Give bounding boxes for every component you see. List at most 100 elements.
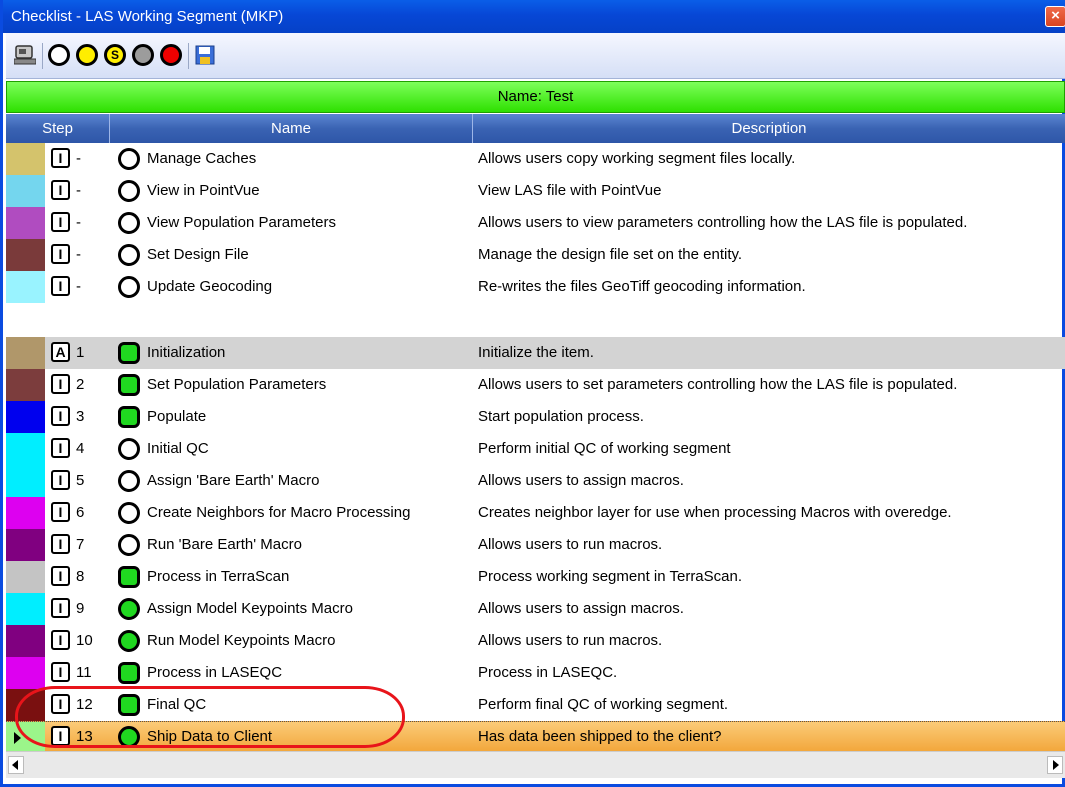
list-item[interactable]: I 11 Process in LASEQC Process in LASEQC…	[6, 657, 1065, 689]
status-circle-green-icon[interactable]	[118, 598, 140, 620]
list-item[interactable]: I 9 Assign Model Keypoints Macro Allows …	[6, 593, 1065, 625]
status-circle-icon[interactable]	[118, 180, 140, 202]
row-color-swatch	[6, 722, 45, 754]
circle-grey-icon[interactable]	[132, 44, 154, 66]
name-banner: Name: Test	[6, 81, 1065, 113]
step-type-badge[interactable]: I	[51, 566, 70, 586]
circle-s-icon[interactable]: S	[104, 44, 126, 66]
circle-white-icon[interactable]	[48, 44, 70, 66]
step-type-badge[interactable]: I	[51, 438, 70, 458]
step-name: Process in TerraScan	[147, 568, 290, 585]
step-number: 4	[76, 440, 85, 457]
step-number: -	[76, 214, 81, 231]
step-number: 6	[76, 504, 85, 521]
step-name: Set Population Parameters	[147, 376, 327, 393]
step-name: Process in LASEQC	[147, 664, 283, 681]
step-description: Allows users to view parameters controll…	[478, 214, 968, 231]
list-item[interactable]: I - View in PointVue View LAS file with …	[6, 175, 1065, 207]
title-bar[interactable]: Checklist - LAS Working Segment (MKP) ×	[3, 0, 1065, 33]
status-circle-icon[interactable]	[118, 502, 140, 524]
step-number: 10	[76, 632, 93, 649]
column-header-step[interactable]: Step	[6, 114, 110, 143]
status-circle-icon[interactable]	[118, 470, 140, 492]
step-name: View in PointVue	[147, 182, 260, 199]
step-number: 2	[76, 376, 85, 393]
list-item[interactable]: A 1 Initialization Initialize the item.	[6, 337, 1065, 369]
column-header-description[interactable]: Description	[473, 114, 1065, 143]
step-number: 7	[76, 536, 85, 553]
step-type-badge[interactable]: I	[51, 276, 70, 296]
step-number: -	[76, 150, 81, 167]
status-circle-green-icon[interactable]	[118, 726, 140, 748]
row-color-swatch	[6, 529, 45, 561]
step-number: -	[76, 246, 81, 263]
list-item[interactable]: I 12 Final QC Perform final QC of workin…	[6, 689, 1065, 721]
step-type-badge[interactable]: I	[51, 598, 70, 618]
step-type-badge[interactable]: I	[51, 630, 70, 650]
list-item[interactable]: I 7 Run 'Bare Earth' Macro Allows users …	[6, 529, 1065, 561]
status-circle-icon[interactable]	[118, 148, 140, 170]
status-square-icon[interactable]	[118, 566, 140, 588]
list-item[interactable]: I 4 Initial QC Perform initial QC of wor…	[6, 433, 1065, 465]
step-type-badge[interactable]: I	[51, 244, 70, 264]
status-square-icon[interactable]	[118, 694, 140, 716]
step-name: Assign Model Keypoints Macro	[147, 600, 353, 617]
step-type-badge[interactable]: I	[51, 148, 70, 168]
list-item[interactable]: I 10 Run Model Keypoints Macro Allows us…	[6, 625, 1065, 657]
status-circle-icon[interactable]	[118, 534, 140, 556]
list-item[interactable]: I - View Population Parameters Allows us…	[6, 207, 1065, 239]
status-circle-green-icon[interactable]	[118, 630, 140, 652]
list-item[interactable]: I - Set Design File Manage the design fi…	[6, 239, 1065, 271]
step-type-badge[interactable]: I	[51, 374, 70, 394]
list-item[interactable]: I - Update Geocoding Re-writes the files…	[6, 271, 1065, 303]
status-circle-icon[interactable]	[118, 438, 140, 460]
step-type-badge[interactable]: I	[51, 470, 70, 490]
step-type-badge[interactable]: I	[51, 534, 70, 554]
circle-yellow-icon[interactable]	[76, 44, 98, 66]
list-item[interactable]: I 5 Assign 'Bare Earth' Macro Allows use…	[6, 465, 1065, 497]
list-item[interactable]: I 13 Ship Data to Client Has data been s…	[6, 721, 1065, 754]
status-square-icon[interactable]	[118, 342, 140, 364]
list-item[interactable]: I 8 Process in TerraScan Process working…	[6, 561, 1065, 593]
step-type-badge[interactable]: I	[51, 180, 70, 200]
list-item[interactable]: I 6 Create Neighbors for Macro Processin…	[6, 497, 1065, 529]
step-type-badge[interactable]: I	[51, 212, 70, 232]
circle-s-label: S	[110, 48, 119, 62]
status-square-icon[interactable]	[118, 374, 140, 396]
column-header-name[interactable]: Name	[110, 114, 473, 143]
row-color-swatch	[6, 175, 45, 207]
step-type-badge[interactable]: I	[51, 694, 70, 714]
step-number: 9	[76, 600, 85, 617]
horizontal-scrollbar[interactable]	[6, 751, 1065, 778]
step-name: Ship Data to Client	[147, 728, 273, 745]
status-square-icon[interactable]	[118, 662, 140, 684]
scroll-left-button[interactable]	[8, 756, 24, 774]
row-color-swatch	[6, 657, 45, 689]
status-square-icon[interactable]	[118, 406, 140, 428]
row-color-swatch	[6, 625, 45, 657]
step-description: View LAS file with PointVue	[478, 182, 662, 199]
status-circle-icon[interactable]	[118, 244, 140, 266]
list-item[interactable]: I - Manage Caches Allows users copy work…	[6, 143, 1065, 175]
step-number: 5	[76, 472, 85, 489]
status-circle-icon[interactable]	[118, 276, 140, 298]
step-type-badge[interactable]: A	[51, 342, 70, 362]
scroll-right-button[interactable]	[1047, 756, 1063, 774]
step-description: Allows users to set parameters controlli…	[478, 376, 958, 393]
step-type-badge[interactable]: I	[51, 726, 70, 746]
list-item[interactable]: I 3 Populate Start population process.	[6, 401, 1065, 433]
machine-icon[interactable]	[13, 44, 37, 66]
step-type-badge[interactable]: I	[51, 502, 70, 522]
save-icon[interactable]	[194, 44, 216, 66]
step-type-badge[interactable]: I	[51, 406, 70, 426]
list-item[interactable]: I 2 Set Population Parameters Allows use…	[6, 369, 1065, 401]
step-name: Populate	[147, 408, 207, 425]
step-number: -	[76, 182, 81, 199]
step-number: 3	[76, 408, 85, 425]
circle-red-icon[interactable]	[160, 44, 182, 66]
row-color-swatch	[6, 689, 45, 721]
status-circle-icon[interactable]	[118, 212, 140, 234]
row-color-swatch	[6, 593, 45, 625]
step-type-badge[interactable]: I	[51, 662, 70, 682]
close-button[interactable]: ×	[1045, 6, 1065, 27]
